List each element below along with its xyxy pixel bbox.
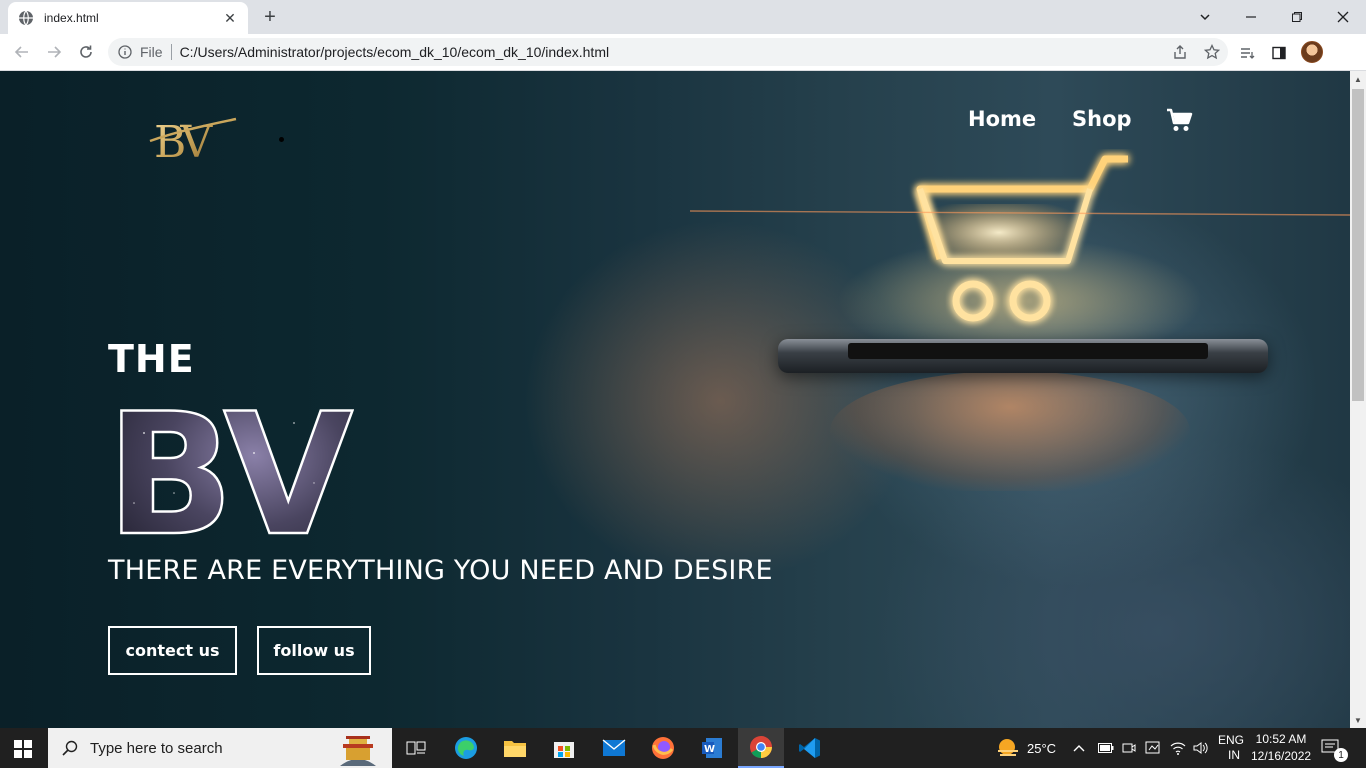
vscode-icon[interactable] bbox=[787, 728, 833, 768]
scroll-down-icon[interactable]: ▼ bbox=[1350, 712, 1366, 728]
nav-item-shop[interactable]: Shop bbox=[1072, 107, 1132, 131]
hero-section: BV Home Shop THE BV THERE ARE EVERYTHING… bbox=[0, 71, 1350, 728]
nav-link-home[interactable]: Home bbox=[968, 107, 1036, 131]
hero-brand-text: BV bbox=[105, 393, 354, 543]
bookmark-star-icon[interactable] bbox=[1196, 38, 1228, 66]
windows-start-icon[interactable] bbox=[14, 740, 32, 758]
battery-icon[interactable] bbox=[1098, 728, 1114, 768]
shopping-cart-icon[interactable] bbox=[1166, 107, 1194, 133]
clock[interactable]: 10:52 AM 12/16/2022 bbox=[1251, 728, 1311, 768]
scrollbar-thumb[interactable] bbox=[1352, 89, 1364, 401]
search-placeholder: Type here to search bbox=[90, 739, 223, 757]
hero-brand-label: BV bbox=[106, 393, 353, 543]
browser-toolbar: File C:/Users/Administrator/projects/eco… bbox=[0, 34, 1366, 71]
nav-link-shop[interactable]: Shop bbox=[1072, 107, 1132, 131]
follow-us-button[interactable]: follow us bbox=[257, 626, 371, 675]
taskbar-search-box[interactable]: Type here to search bbox=[48, 728, 392, 768]
meet-now-icon[interactable] bbox=[1122, 728, 1136, 768]
back-icon[interactable] bbox=[10, 40, 34, 64]
globe-icon bbox=[18, 10, 34, 26]
word-icon[interactable]: W bbox=[689, 728, 735, 768]
notification-center-icon[interactable]: 1 bbox=[1320, 728, 1348, 768]
clock-time: 10:52 AM bbox=[1255, 732, 1307, 746]
windows-taskbar: Type here to search W 25°C ENG IN 10:52 … bbox=[0, 728, 1366, 768]
store-icon[interactable] bbox=[541, 728, 587, 768]
address-bar[interactable]: File C:/Users/Administrator/projects/eco… bbox=[108, 38, 1228, 66]
new-tab-button[interactable]: + bbox=[258, 6, 282, 28]
clock-date: 12/16/2022 bbox=[1251, 749, 1312, 763]
weather-icon bbox=[998, 739, 1018, 756]
page-scrollbar[interactable]: ▲ ▼ bbox=[1350, 71, 1366, 728]
tab-title: index.html bbox=[44, 11, 99, 25]
scroll-up-icon[interactable]: ▲ bbox=[1350, 71, 1366, 87]
firefox-icon[interactable] bbox=[640, 728, 686, 768]
glowing-cart-icon bbox=[916, 155, 1128, 322]
forward-icon[interactable] bbox=[42, 40, 66, 64]
reload-icon[interactable] bbox=[74, 40, 98, 64]
tablet-image bbox=[778, 339, 1268, 373]
site-logo[interactable]: BV bbox=[148, 113, 238, 163]
logo-text: BV bbox=[154, 117, 213, 163]
edge-icon[interactable] bbox=[443, 728, 489, 768]
info-icon[interactable] bbox=[118, 44, 134, 60]
nav-item-home[interactable]: Home bbox=[968, 107, 1036, 131]
contact-us-button[interactable]: contect us bbox=[108, 626, 237, 675]
stray-dot bbox=[279, 137, 284, 142]
reading-list-icon[interactable] bbox=[1234, 40, 1260, 66]
search-icon bbox=[62, 740, 78, 756]
tablet-screen bbox=[848, 343, 1208, 359]
profile-avatar[interactable] bbox=[1301, 41, 1323, 63]
chrome-icon[interactable] bbox=[738, 728, 784, 768]
url-text[interactable]: C:/Users/Administrator/projects/ecom_dk_… bbox=[180, 44, 1164, 60]
hero-kicker: THE bbox=[108, 337, 195, 381]
minimize-icon[interactable] bbox=[1228, 0, 1274, 34]
mail-icon[interactable] bbox=[591, 728, 637, 768]
address-separator bbox=[170, 44, 172, 60]
volume-icon[interactable] bbox=[1193, 728, 1209, 768]
light-streak bbox=[690, 210, 1350, 216]
window-close-icon[interactable] bbox=[1320, 0, 1366, 34]
close-icon[interactable]: ✕ bbox=[222, 10, 238, 26]
weather-widget[interactable]: 25°C bbox=[995, 728, 1056, 768]
wifi-icon[interactable] bbox=[1170, 728, 1186, 768]
svg-text:W: W bbox=[704, 744, 715, 755]
browser-tab-strip: index.html ✕ + bbox=[0, 0, 1366, 34]
notification-badge: 1 bbox=[1334, 748, 1348, 762]
language-code: ENG bbox=[1218, 733, 1245, 747]
browser-tab[interactable]: index.html ✕ bbox=[8, 2, 248, 34]
weather-temp: 25°C bbox=[1027, 740, 1057, 756]
security-icon[interactable] bbox=[1145, 728, 1161, 768]
search-highlight-icon bbox=[340, 736, 376, 766]
hero-tagline: THERE ARE EVERYTHING YOU NEED AND DESIRE bbox=[108, 555, 773, 586]
file-explorer-icon[interactable] bbox=[492, 728, 538, 768]
task-view-icon[interactable] bbox=[393, 728, 439, 768]
language-indicator[interactable]: ENG IN bbox=[1218, 728, 1244, 768]
hands-image bbox=[830, 371, 1190, 491]
address-scheme-label: File bbox=[140, 44, 163, 60]
restore-icon[interactable] bbox=[1274, 0, 1320, 34]
show-hidden-icons[interactable] bbox=[1072, 728, 1086, 768]
tab-search-icon[interactable] bbox=[1182, 0, 1228, 34]
language-region: IN bbox=[1228, 748, 1240, 762]
share-icon[interactable] bbox=[1164, 38, 1196, 66]
side-panel-icon[interactable] bbox=[1266, 40, 1292, 66]
